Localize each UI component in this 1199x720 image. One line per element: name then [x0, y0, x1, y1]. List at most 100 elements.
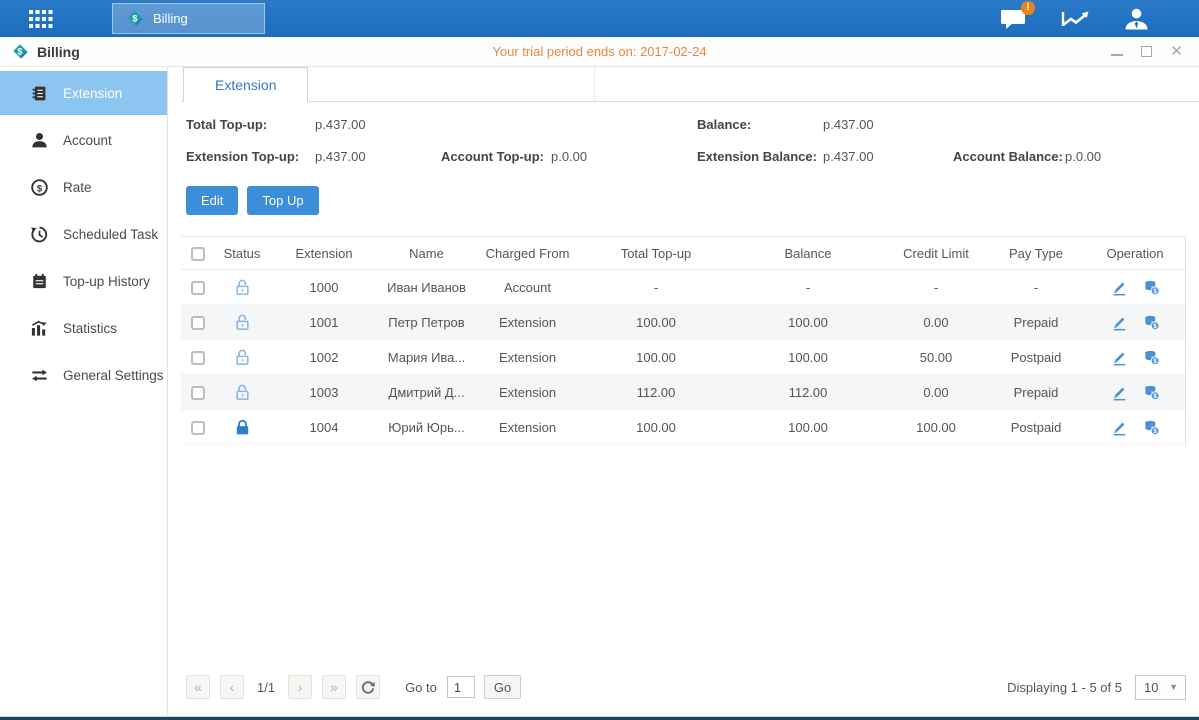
lock-open-icon — [214, 313, 270, 332]
cell-pay-type: Postpaid — [988, 350, 1084, 365]
table-row: 1000 Иван Иванов Account - - - - $ — [181, 270, 1186, 305]
col-balance: Balance — [732, 246, 884, 261]
sidebar-item-scheduled-task[interactable]: Scheduled Task — [0, 212, 167, 256]
cell-balance: 100.00 — [732, 420, 884, 435]
goto-page-input[interactable] — [447, 676, 475, 698]
sidebar-item-account[interactable]: Account — [0, 118, 167, 162]
edit-pencil-icon[interactable] — [1111, 314, 1128, 331]
topup-coins-icon[interactable]: $ — [1143, 419, 1160, 436]
cell-pay-type: Prepaid — [988, 315, 1084, 330]
cell-credit-limit: 100.00 — [884, 420, 988, 435]
lock-open-icon — [214, 278, 270, 297]
row-checkbox[interactable] — [191, 351, 205, 365]
minimize-icon[interactable] — [1110, 45, 1123, 58]
select-all-checkbox[interactable] — [191, 247, 205, 261]
account-balance-label: Account Balance: — [953, 149, 1065, 164]
col-extension: Extension — [270, 246, 378, 261]
maximize-icon[interactable] — [1140, 45, 1153, 58]
top-up-button[interactable]: Top Up — [247, 186, 318, 215]
col-name: Name — [378, 246, 475, 261]
user-icon[interactable] — [1124, 7, 1149, 30]
edit-pencil-icon[interactable] — [1111, 279, 1128, 296]
svg-text:$: $ — [37, 183, 43, 194]
lock-closed-icon — [214, 418, 270, 437]
svg-text:$: $ — [1153, 428, 1157, 435]
topup-coins-icon[interactable]: $ — [1143, 349, 1160, 366]
cell-total-topup: 100.00 — [580, 420, 732, 435]
row-checkbox[interactable] — [191, 421, 205, 435]
topup-coins-icon[interactable]: $ — [1143, 314, 1160, 331]
cell-pay-type: Postpaid — [988, 420, 1084, 435]
system-topbar: $ Billing ! — [0, 0, 1199, 37]
table-header-row: Status Extension Name Charged From Total… — [181, 236, 1186, 270]
lock-open-icon — [214, 383, 270, 402]
sidebar: Extension Account $ Rate Scheduled Task … — [0, 67, 168, 716]
total-topup-value: p.437.00 — [315, 117, 441, 132]
page-size-caret-icon: ▼ — [1169, 682, 1178, 692]
tab-extension[interactable]: Extension — [183, 67, 308, 102]
sidebar-item-rate[interactable]: $ Rate — [0, 165, 167, 209]
last-page-icon[interactable]: » — [322, 675, 346, 699]
app-title-label: Billing — [37, 44, 80, 60]
edit-pencil-icon[interactable] — [1111, 349, 1128, 366]
cell-total-topup: 100.00 — [580, 350, 732, 365]
cell-charged-from: Extension — [475, 315, 580, 330]
cell-extension: 1000 — [270, 280, 378, 295]
refresh-icon[interactable] — [356, 675, 380, 699]
table-row: 1003 Дмитрий Д... Extension 112.00 112.0… — [181, 375, 1186, 410]
cell-credit-limit: 0.00 — [884, 315, 988, 330]
taskbar-tab-billing[interactable]: $ Billing — [112, 3, 265, 34]
edit-pencil-icon[interactable] — [1111, 384, 1128, 401]
extension-icon — [30, 84, 50, 103]
billing-window: $ Billing ! — [0, 0, 1199, 720]
cell-balance: 100.00 — [732, 350, 884, 365]
topup-coins-icon[interactable]: $ — [1143, 279, 1160, 296]
billing-diamond-icon: $ — [126, 9, 145, 28]
next-page-icon[interactable]: › — [288, 675, 312, 699]
cell-balance: 100.00 — [732, 315, 884, 330]
apps-grid-icon[interactable] — [29, 10, 53, 28]
col-credit-limit: Credit Limit — [884, 246, 988, 261]
chat-icon[interactable]: ! — [1000, 7, 1028, 31]
account-topup-label: Account Top-up: — [441, 149, 551, 164]
chart-icon[interactable] — [1061, 8, 1091, 30]
table-row: 1004 Юрий Юрь... Extension 100.00 100.00… — [181, 410, 1186, 445]
col-total-topup: Total Top-up — [580, 246, 732, 261]
topup-history-icon — [30, 272, 50, 291]
account-balance-value: p.0.00 — [1065, 149, 1186, 164]
extension-balance-value: p.437.00 — [823, 149, 953, 164]
sidebar-item-extension[interactable]: Extension — [0, 71, 167, 115]
cell-credit-limit: 0.00 — [884, 385, 988, 400]
row-checkbox[interactable] — [191, 281, 205, 295]
sidebar-item-general-settings[interactable]: General Settings — [0, 353, 167, 397]
first-page-icon[interactable]: « — [186, 675, 210, 699]
prev-page-icon[interactable]: ‹ — [220, 675, 244, 699]
taskbar-tab-label: Billing — [153, 11, 188, 26]
topup-coins-icon[interactable]: $ — [1143, 384, 1160, 401]
page-size-value: 10 — [1144, 680, 1158, 695]
statistics-icon — [30, 319, 50, 338]
col-operation: Operation — [1084, 246, 1186, 261]
page-indicator: 1/1 — [257, 680, 275, 695]
cell-credit-limit: - — [884, 280, 988, 295]
page-size-select[interactable]: 10 ▼ — [1135, 675, 1186, 700]
edit-pencil-icon[interactable] — [1111, 419, 1128, 436]
edit-button[interactable]: Edit — [186, 186, 238, 215]
cell-extension: 1001 — [270, 315, 378, 330]
row-checkbox[interactable] — [191, 386, 205, 400]
svg-text:$: $ — [17, 46, 22, 56]
notification-badge: ! — [1021, 1, 1035, 15]
go-button[interactable]: Go — [484, 675, 521, 699]
cell-name: Петр Петров — [378, 315, 475, 330]
close-icon[interactable]: ✕ — [1170, 45, 1183, 58]
sidebar-item-statistics[interactable]: Statistics — [0, 306, 167, 350]
account-topup-value: p.0.00 — [551, 149, 686, 164]
extension-topup-value: p.437.00 — [315, 149, 441, 164]
displaying-text: Displaying 1 - 5 of 5 — [1007, 680, 1122, 695]
sidebar-item-topup-history[interactable]: Top-up History — [0, 259, 167, 303]
row-checkbox[interactable] — [191, 316, 205, 330]
window-bottom-edge — [0, 716, 1199, 720]
sidebar-item-label: Extension — [63, 86, 122, 101]
scheduled-task-icon — [30, 225, 50, 244]
extension-balance-label: Extension Balance: — [697, 149, 823, 164]
